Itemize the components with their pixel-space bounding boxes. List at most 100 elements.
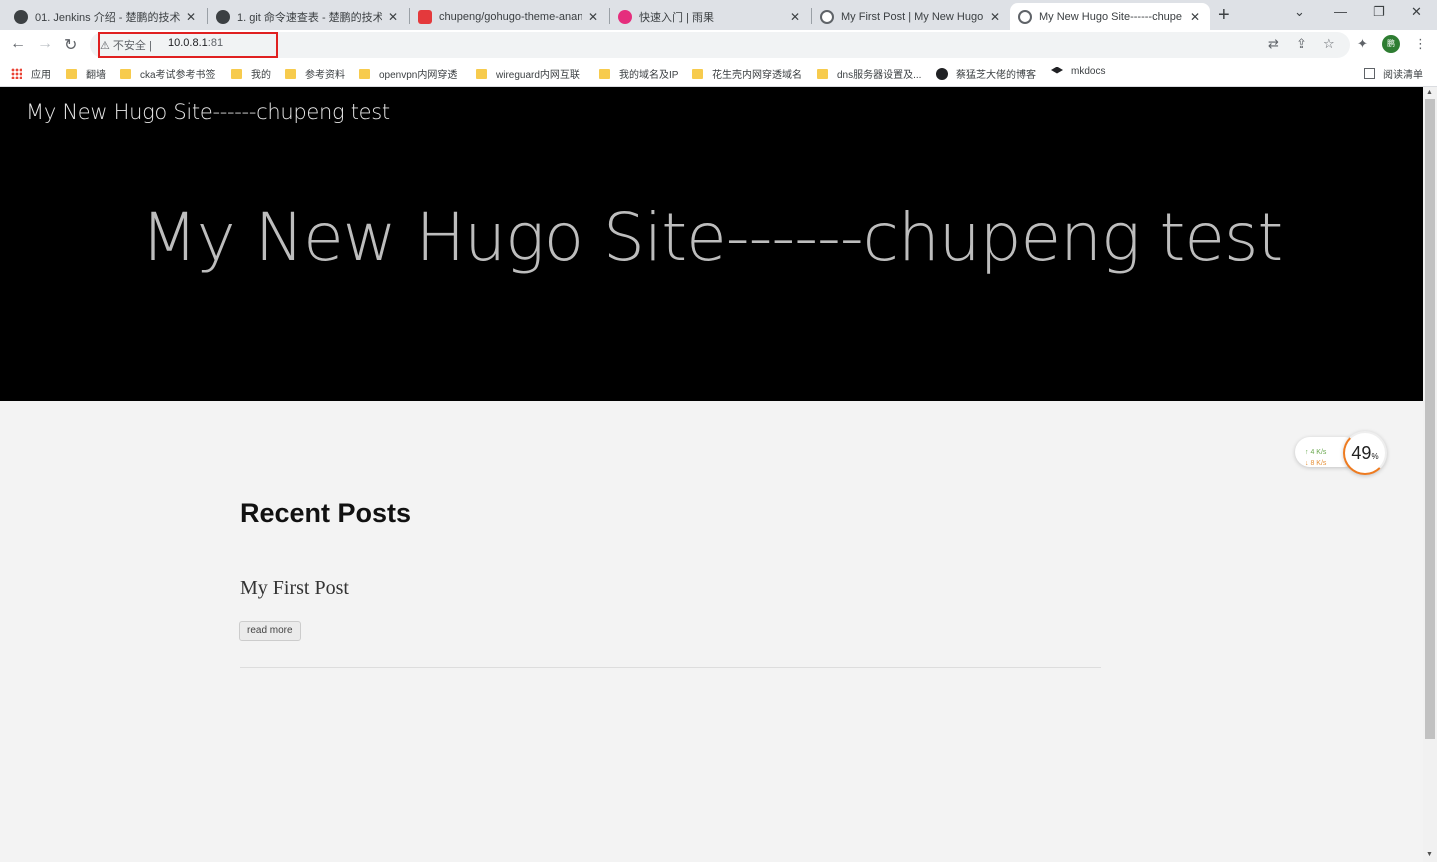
folder-icon (231, 68, 242, 79)
close-icon[interactable]: ✕ (184, 10, 198, 24)
tab-hugo-site-active[interactable]: My New Hugo Site------chupe ✕ (1010, 3, 1210, 30)
browser-chrome: 01. Jenkins 介绍 - 楚鹏的技术分 ✕ 1. git 命令速查表 -… (0, 0, 1437, 87)
tab-gitee[interactable]: chupeng/gohugo-theme-anan ✕ (410, 3, 608, 30)
bookmark-folder[interactable]: 我的 (231, 66, 271, 81)
hugo-icon (618, 9, 632, 24)
hero-title: My New Hugo Site------chupeng test (140, 199, 1284, 276)
page-content: My New Hugo Site------chupeng test My Ne… (0, 87, 1423, 862)
bookmark-label: mkdocs (1071, 66, 1106, 77)
tab-label: chupeng/gohugo-theme-anan (439, 10, 582, 23)
back-icon[interactable]: ← (10, 35, 26, 53)
bookmark-label: wireguard内网互联 (496, 70, 580, 81)
tab-strip: 01. Jenkins 介绍 - 楚鹏的技术分 ✕ 1. git 命令速查表 -… (0, 0, 1437, 30)
folder-icon (359, 68, 370, 79)
vertical-scrollbar[interactable]: ▲ ▼ (1423, 87, 1437, 862)
bookmark-link[interactable]: mkdocs (1051, 66, 1105, 77)
download-value: 8 K/s (1310, 460, 1327, 467)
folder-icon (120, 68, 131, 79)
gitee-icon (418, 9, 432, 24)
scroll-down-icon[interactable]: ▼ (1426, 851, 1433, 858)
minimize-icon[interactable]: — (1334, 4, 1347, 19)
close-icon[interactable]: ✕ (788, 10, 802, 24)
bookmark-folder[interactable]: 花生壳内网穿透域名 (692, 66, 802, 81)
globe-icon (820, 9, 834, 24)
section-title: Recent Posts (240, 498, 412, 528)
profile-avatar[interactable]: 鹏 (1382, 35, 1400, 53)
close-icon[interactable]: ✕ (586, 10, 600, 24)
tab-label: 01. Jenkins 介绍 - 楚鹏的技术分 (35, 11, 180, 24)
folder-icon (692, 68, 703, 79)
folder-icon (285, 68, 296, 79)
tab-label: 1. git 命令速查表 - 楚鹏的技术分 (237, 11, 382, 24)
tab-git[interactable]: 1. git 命令速查表 - 楚鹏的技术分 ✕ (208, 3, 408, 30)
scrollbar-thumb[interactable] (1425, 99, 1435, 739)
bookmark-star-icon[interactable]: ☆ (1323, 36, 1335, 52)
bookmark-label: 蔡猛芝大佬的博客 (956, 70, 1036, 81)
translate-icon[interactable]: ⇄ (1268, 36, 1279, 52)
bookmark-label: 我的 (251, 70, 271, 81)
upload-value: 4 K/s (1310, 449, 1327, 456)
bookmark-folder[interactable]: openvpn内网穿透 (359, 66, 457, 81)
site-brand-link[interactable]: My New Hugo Site------chupeng test (26, 100, 390, 124)
hero-banner: My New Hugo Site------chupeng test My Ne… (0, 87, 1423, 401)
github-icon (936, 67, 948, 80)
github-icon (14, 9, 28, 24)
bookmark-label: 应用 (31, 70, 51, 81)
globe-icon (1018, 9, 1032, 24)
scroll-up-icon[interactable]: ▲ (1426, 89, 1433, 96)
reading-list-label: 阅读清单 (1383, 70, 1423, 81)
reading-list[interactable]: 阅读清单 (1364, 66, 1423, 81)
tab-label: My First Post | My New Hugo (841, 10, 984, 23)
close-icon[interactable]: ✕ (988, 10, 1002, 24)
omnibox[interactable] (90, 32, 1350, 58)
read-more-button[interactable]: read more (239, 621, 301, 641)
folder-icon (599, 68, 610, 79)
bookmark-folder[interactable]: 参考资料 (285, 66, 345, 81)
divider (240, 667, 1101, 668)
usage-unit: % (1371, 452, 1379, 461)
github-icon (216, 9, 230, 24)
download-speed: ↓ 8 K/s (1305, 460, 1327, 467)
close-icon[interactable]: ✕ (386, 10, 400, 24)
bookmark-folder[interactable]: cka考试参考书签 (120, 66, 216, 81)
folder-icon (476, 68, 487, 79)
bookmark-link[interactable]: 蔡猛芝大佬的博客 (936, 66, 1036, 81)
url-highlight-box (98, 32, 278, 58)
memory-usage-circle: 49% (1343, 431, 1387, 475)
bookmarks-bar: 应用 翻墙 cka考试参考书签 我的 参考资料 openvpn内网穿透 wire… (0, 60, 1437, 87)
bookmark-folder[interactable]: 翻墙 (66, 66, 106, 81)
share-icon[interactable]: ⇪ (1296, 36, 1307, 52)
tab-label: 快速入门 | 雨果 (639, 11, 714, 24)
folder-icon (817, 68, 828, 79)
bookmark-label: 翻墙 (86, 70, 106, 81)
tab-search-icon[interactable]: ⌄ (1294, 4, 1305, 20)
bookmark-apps[interactable]: 应用 (11, 66, 51, 81)
reading-list-icon (1364, 68, 1375, 79)
new-tab-button[interactable]: + (1218, 4, 1230, 26)
folder-icon (66, 68, 77, 79)
bookmark-label: dns服务器设置及... (837, 70, 922, 81)
bookmark-label: 花生壳内网穿透域名 (712, 70, 802, 81)
bookmark-folder[interactable]: dns服务器设置及... (817, 66, 921, 81)
tab-hugo-quickstart[interactable]: 快速入门 | 雨果 ✕ (610, 3, 810, 30)
reload-icon[interactable]: ↻ (64, 35, 77, 55)
bookmark-label: 我的域名及IP (619, 70, 679, 81)
bookmark-label: openvpn内网穿透 (379, 70, 458, 81)
menu-icon[interactable]: ⋮ (1414, 36, 1427, 52)
upload-speed: ↑ 4 K/s (1305, 449, 1327, 456)
tab-label: My New Hugo Site------chupe (1039, 10, 1183, 23)
extensions-icon[interactable]: ✦ (1357, 36, 1368, 52)
bookmark-folder[interactable]: wireguard内网互联 (476, 66, 580, 81)
post-title-link[interactable]: My First Post (240, 577, 349, 600)
graduation-cap-icon (1051, 66, 1063, 74)
close-icon[interactable]: ✕ (1188, 10, 1202, 24)
forward-icon[interactable]: → (37, 35, 53, 53)
restore-icon[interactable]: ❐ (1373, 4, 1385, 20)
window-close-icon[interactable]: ✕ (1411, 4, 1422, 20)
network-speed-widget[interactable]: ↑ 4 K/s ↓ 8 K/s 49% (1295, 431, 1387, 475)
apps-grid-icon (11, 68, 22, 79)
tab-first-post[interactable]: My First Post | My New Hugo ✕ (812, 3, 1010, 30)
tab-jenkins[interactable]: 01. Jenkins 介绍 - 楚鹏的技术分 ✕ (6, 3, 206, 30)
bookmark-label: cka考试参考书签 (140, 70, 216, 81)
bookmark-folder[interactable]: 我的域名及IP (599, 66, 678, 81)
